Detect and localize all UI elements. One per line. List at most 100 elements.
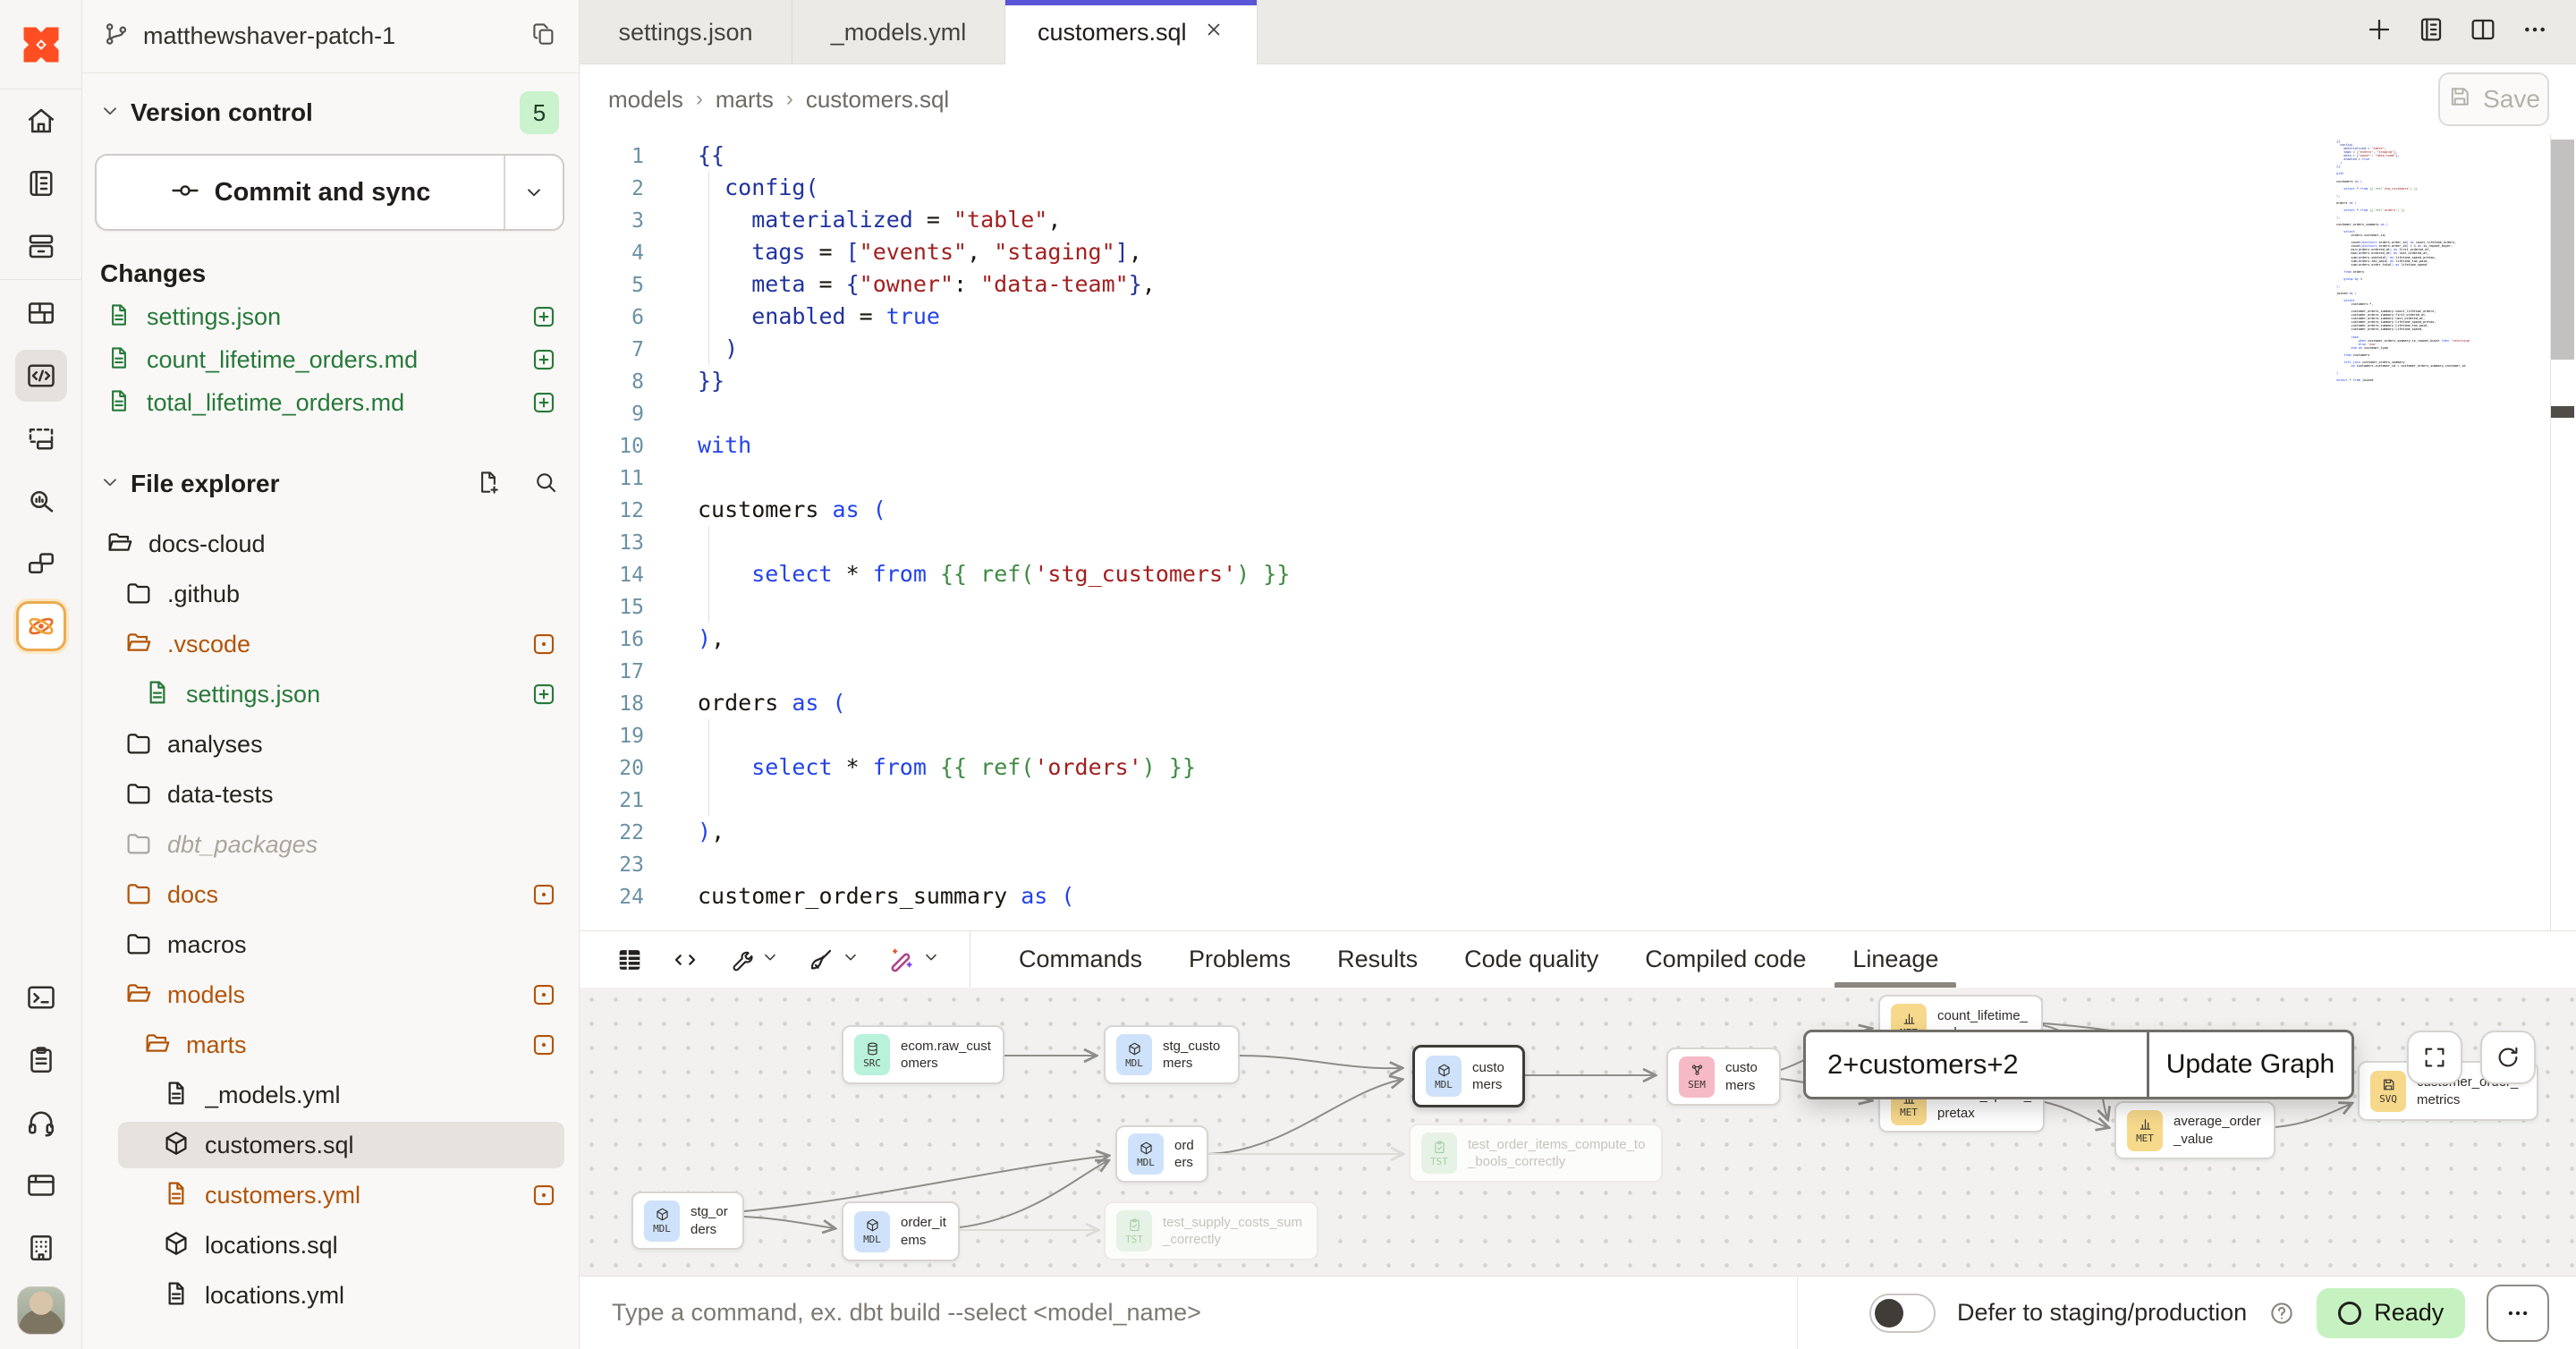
panel-tab-compiled-code[interactable]: Compiled code: [1622, 931, 1829, 988]
change-row[interactable]: settings.json: [82, 295, 579, 338]
panel-tab-code-quality[interactable]: Code quality: [1441, 931, 1622, 988]
panel-tool-results-table[interactable]: [606, 946, 653, 974]
code-line[interactable]: 24customer_orders_summary as (: [580, 880, 2576, 912]
code-line[interactable]: 20 select * from {{ ref('orders') }}: [580, 751, 2576, 784]
panel-tab-problems[interactable]: Problems: [1165, 931, 1314, 988]
code-line[interactable]: 22),: [580, 816, 2576, 848]
more-options-button[interactable]: [2487, 1285, 2549, 1342]
tree-item--models-yml[interactable]: _models.yml: [82, 1070, 579, 1120]
lineage-node-raw-customers[interactable]: SRCecom.raw_customers: [842, 1025, 1004, 1084]
change-row[interactable]: total_lifetime_orders.md: [82, 381, 579, 424]
code-line[interactable]: 1{{: [580, 140, 2576, 172]
editor-minimap[interactable]: {{ config( materialized = "table", tags …: [2336, 140, 2494, 383]
panel-tab-lineage[interactable]: Lineage: [1829, 931, 1962, 988]
code-line[interactable]: 7 ): [580, 333, 2576, 365]
lineage-node-stg-customers[interactable]: MDLstg_customers: [1104, 1025, 1240, 1084]
tree-item-dbt-packages[interactable]: dbt_packages: [82, 819, 579, 870]
code-line[interactable]: 18orders as (: [580, 687, 2576, 719]
rail-item-browser[interactable]: [0, 1154, 82, 1217]
panel-tool-broom[interactable]: [798, 946, 869, 974]
commit-and-sync-button[interactable]: Commit and sync: [95, 154, 564, 231]
lineage-node-orders[interactable]: MDLorders: [1115, 1125, 1208, 1183]
code-line[interactable]: 12customers as (: [580, 494, 2576, 526]
breadcrumb-item[interactable]: customers.sql: [806, 86, 949, 114]
help-icon[interactable]: [2268, 1300, 2295, 1327]
code-line[interactable]: 19: [580, 719, 2576, 751]
rail-item-archive[interactable]: [0, 215, 82, 277]
tree-item-docs[interactable]: docs: [82, 870, 579, 920]
rail-item-home[interactable]: [0, 89, 82, 152]
chevron-down-icon[interactable]: [98, 99, 122, 127]
tab--models-yml[interactable]: _models.yml: [792, 0, 1005, 64]
search-icon[interactable]: [532, 469, 559, 500]
rail-item-grid[interactable]: [0, 282, 82, 344]
stage-plus-icon[interactable]: [530, 303, 557, 330]
lineage-node-customers-model[interactable]: MDLcustomers: [1412, 1045, 1525, 1107]
save-button[interactable]: Save: [2438, 72, 2549, 126]
rail-item-headset[interactable]: [0, 1091, 82, 1154]
code-line[interactable]: 6 enabled = true: [580, 301, 2576, 333]
defer-toggle[interactable]: [1869, 1294, 1936, 1333]
editor-scrollbar-thumb[interactable]: [2551, 140, 2574, 360]
chevron-down-icon[interactable]: [921, 947, 941, 971]
tree-item-customers-yml[interactable]: customers.yml: [82, 1170, 579, 1220]
plus-icon[interactable]: [2365, 15, 2394, 48]
tree-item--github[interactable]: .github: [82, 569, 579, 619]
user-avatar[interactable]: [0, 1279, 82, 1342]
tree-item-data-tests[interactable]: data-tests: [82, 769, 579, 819]
lineage-node-test-order-items[interactable]: TSTtest_order_items_compute_to_bools_cor…: [1409, 1124, 1663, 1183]
rail-item-building[interactable]: [0, 1217, 82, 1279]
tab-settings-json[interactable]: settings.json: [580, 0, 792, 64]
code-line[interactable]: 10with: [580, 429, 2576, 462]
commit-options-caret[interactable]: [505, 156, 563, 229]
code-line[interactable]: 14 select * from {{ ref('stg_customers')…: [580, 558, 2576, 590]
chevron-down-icon[interactable]: [760, 947, 780, 971]
dbt-logo[interactable]: [0, 0, 82, 89]
tree-item-marts[interactable]: marts: [82, 1020, 579, 1070]
tree-item-macros[interactable]: macros: [82, 920, 579, 970]
code-line[interactable]: 3 materialized = "table",: [580, 204, 2576, 236]
rail-item-terminal[interactable]: [0, 966, 82, 1029]
split-view-icon[interactable]: [2469, 15, 2497, 48]
lineage-node-test-supply-costs[interactable]: TSTtest_supply_costs_sum_correctly: [1104, 1201, 1318, 1260]
lineage-node-stg-orders[interactable]: MDLstg_orders: [631, 1192, 744, 1250]
rail-item-editor-code[interactable]: [0, 344, 82, 407]
lineage-node-order-items[interactable]: MDLorder_items: [842, 1201, 960, 1261]
code-line[interactable]: 8}}: [580, 365, 2576, 397]
panel-tab-results[interactable]: Results: [1314, 931, 1441, 988]
chevron-down-icon[interactable]: [98, 471, 122, 498]
panel-tab-commands[interactable]: Commands: [996, 931, 1165, 988]
breadcrumb-item[interactable]: models: [608, 86, 683, 114]
notebook-icon[interactable]: [2417, 15, 2445, 48]
rail-item-journal[interactable]: [0, 152, 82, 215]
change-row[interactable]: count_lifetime_orders.md: [82, 338, 579, 381]
rail-item-clipboard[interactable]: [0, 1029, 82, 1091]
code-line[interactable]: 5 meta = {"owner": "data-team"},: [580, 268, 2576, 301]
code-line[interactable]: 16),: [580, 623, 2576, 655]
stage-plus-icon[interactable]: [530, 346, 557, 373]
code-line[interactable]: 2 config(: [580, 172, 2576, 204]
rail-item-dashed-box[interactable]: [0, 407, 82, 470]
code-line[interactable]: 21: [580, 784, 2576, 816]
tree-item-locations-yml[interactable]: locations.yml: [82, 1270, 579, 1320]
tree-item-models[interactable]: models: [82, 970, 579, 1020]
refresh-lineage-button[interactable]: [2480, 1031, 2536, 1084]
lineage-node-average-order-value[interactable]: METaverage_order_value: [2114, 1101, 2275, 1159]
panel-tool-magic-wand[interactable]: [878, 946, 950, 974]
commit-and-sync-main[interactable]: Commit and sync: [97, 156, 505, 229]
tree-item-locations-sql[interactable]: locations.sql: [82, 1220, 579, 1270]
rail-item-spyglass-audit[interactable]: [0, 470, 82, 532]
avatar[interactable]: [17, 1286, 65, 1335]
lineage-canvas[interactable]: SRCecom.raw_customers MDLstg_customers MDL…: [580, 988, 2576, 1276]
breadcrumb-item[interactable]: marts: [716, 86, 774, 114]
code-editor[interactable]: 1{{2 config(3 materialized = "table",4 t…: [580, 134, 2576, 930]
close-icon[interactable]: [1203, 19, 1224, 47]
rail-item-windows-link[interactable]: [0, 532, 82, 595]
code-line[interactable]: 17: [580, 655, 2576, 687]
code-line[interactable]: 9: [580, 397, 2576, 429]
stage-plus-icon[interactable]: [530, 389, 557, 416]
lineage-node-customers-semantic[interactable]: SEMcustomers: [1666, 1048, 1781, 1106]
tree-item-analyses[interactable]: analyses: [82, 719, 579, 769]
tree-item-customers-sql[interactable]: customers.sql: [82, 1120, 579, 1170]
tree-item-settings-json[interactable]: settings.json: [82, 669, 579, 719]
